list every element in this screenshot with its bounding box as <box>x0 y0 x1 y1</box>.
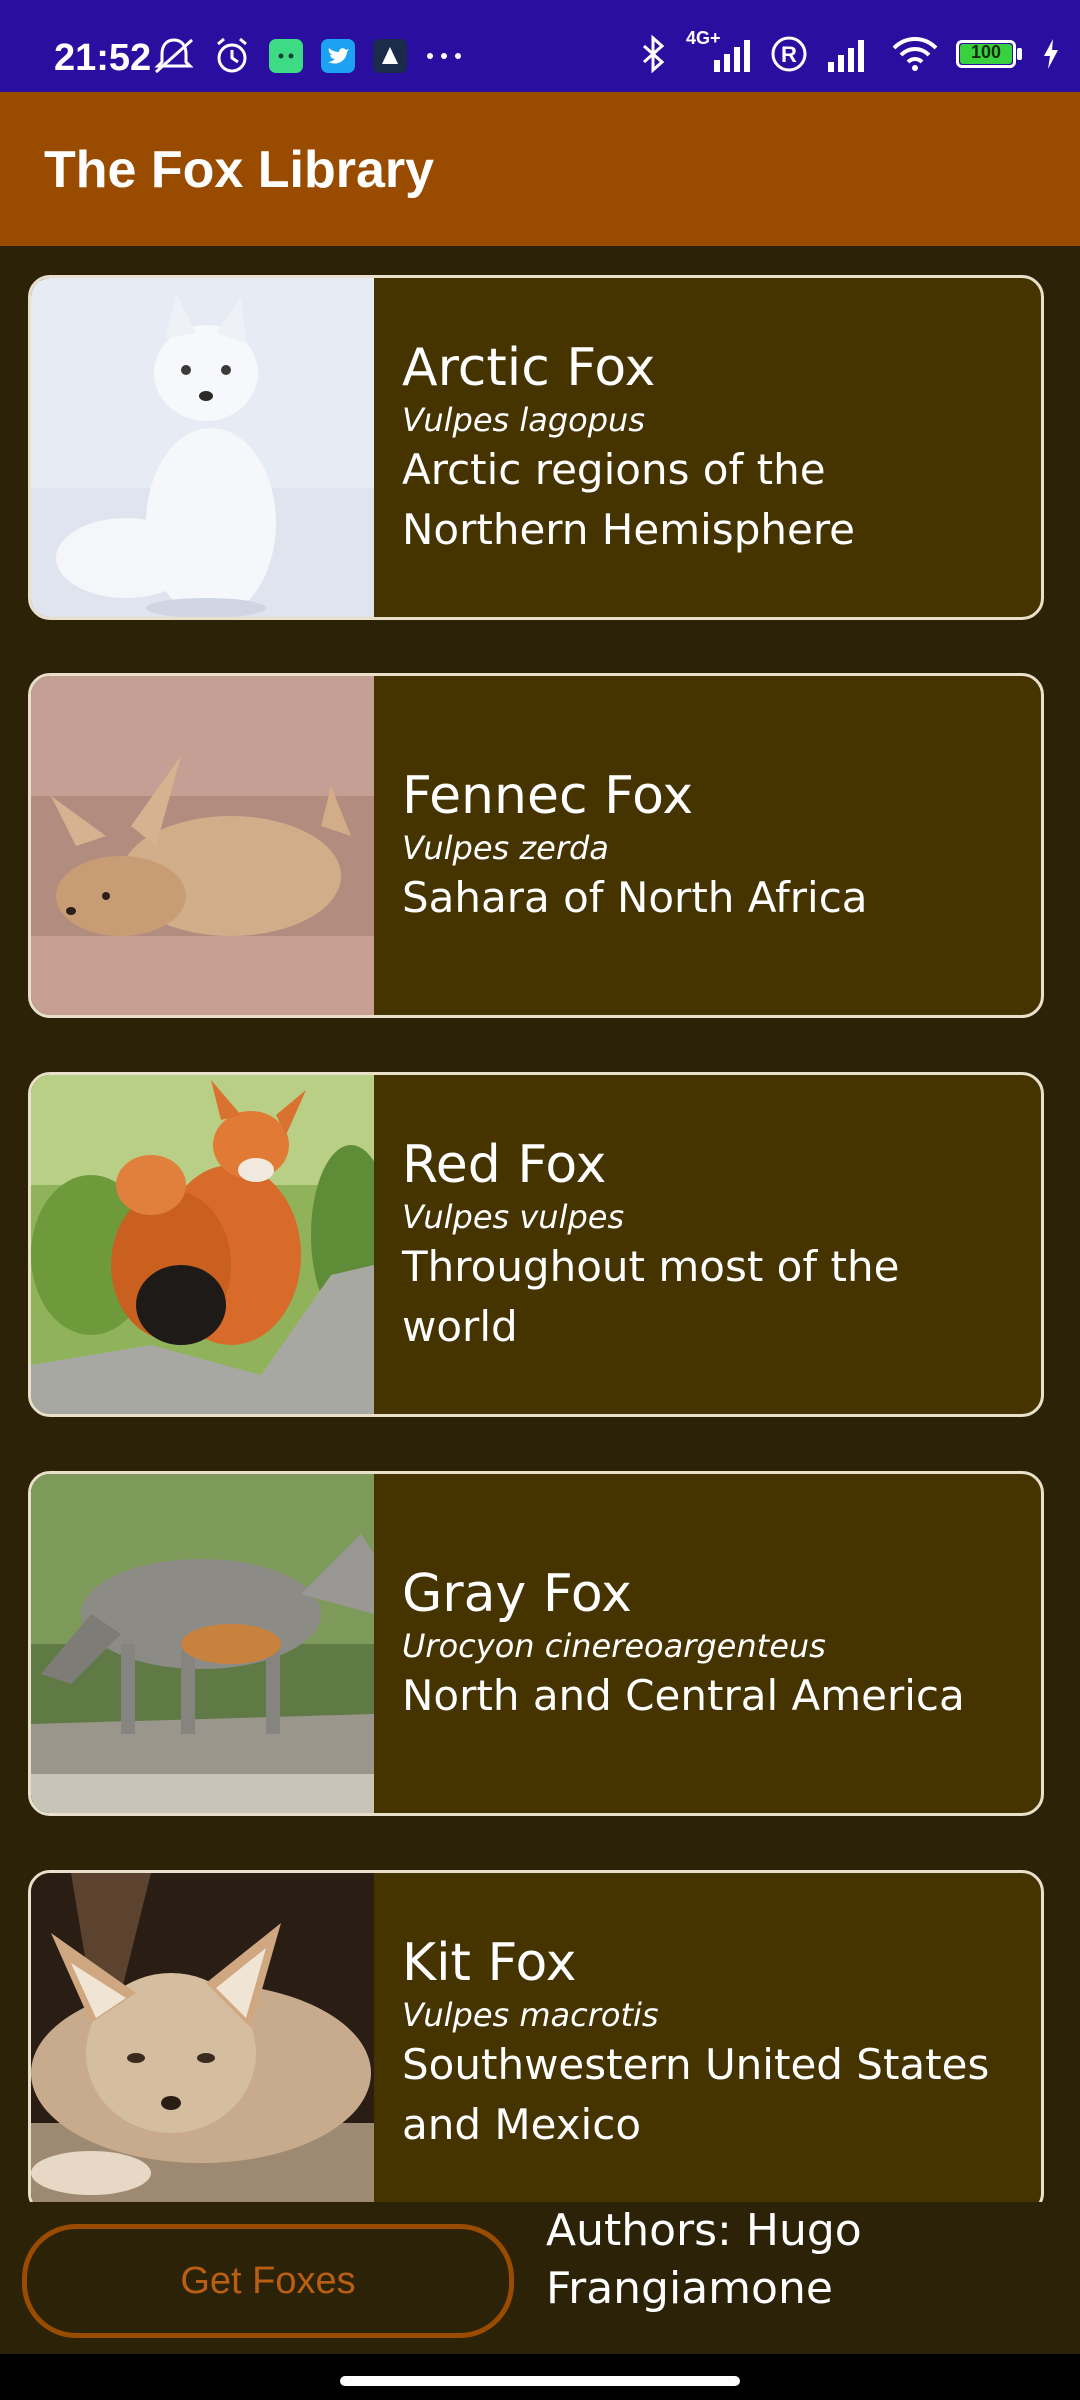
fox-scientific-name: Vulpes zerda <box>402 828 609 867</box>
fox-region: North and Central America <box>402 1670 965 1720</box>
app-icon <box>373 39 407 73</box>
fox-region: Arctic regions of the Northern Hemispher… <box>402 444 855 554</box>
cell-signal-group: 4G+ <box>684 28 754 74</box>
mute-alarm-icon <box>154 38 194 74</box>
cell-signal-icon <box>714 40 750 72</box>
more-dots-icon <box>427 53 461 59</box>
twitter-icon <box>321 39 355 73</box>
fox-region: Throughout most of the world <box>402 1241 900 1351</box>
gray-fox-photo <box>31 1474 374 1813</box>
home-indicator[interactable] <box>340 2376 740 2386</box>
fox-card-fennec[interactable]: Fennec Fox Vulpes zerda Sahara of North … <box>28 673 1044 1018</box>
fox-name: Red Fox <box>402 1134 607 1195</box>
fox-region: Sahara of North Africa <box>402 872 868 922</box>
fox-list[interactable]: Arctic Fox Vulpes lagopus Arctic regions… <box>0 246 1080 2202</box>
authors-text: Authors: Hugo Frangiamone <box>546 2205 862 2314</box>
fox-scientific-name: Vulpes macrotis <box>402 1995 659 2034</box>
fox-card-red[interactable]: Red Fox Vulpes vulpes Throughout most of… <box>28 1072 1044 1417</box>
fox-name: Gray Fox <box>402 1563 632 1624</box>
system-nav-bar <box>0 2354 1080 2400</box>
fox-name: Fennec Fox <box>402 765 694 826</box>
app-title: The Fox Library <box>44 141 435 199</box>
status-bar: 21:52 4G+ R 100 <box>0 0 1080 92</box>
svg-text:R: R <box>781 42 797 67</box>
status-time: 21:52 <box>54 37 152 79</box>
fox-card-text: Arctic Fox Vulpes lagopus Arctic regions… <box>402 278 1021 617</box>
app-bar: The Fox Library <box>0 92 1080 246</box>
fox-name: Kit Fox <box>402 1932 577 1993</box>
fox-card-text: Kit Fox Vulpes macrotis Southwestern Uni… <box>402 1873 1021 2202</box>
kit-fox-photo <box>31 1873 374 2202</box>
android-app-icon <box>269 39 303 73</box>
get-foxes-button[interactable]: Get Foxes <box>22 2224 514 2338</box>
fox-card-text: Fennec Fox Vulpes zerda Sahara of North … <box>402 676 1021 1015</box>
arctic-fox-photo <box>31 278 374 617</box>
wifi-icon <box>892 37 938 71</box>
status-right-icons: 4G+ R 100 <box>638 28 1060 74</box>
red-fox-photo <box>31 1075 374 1414</box>
fox-scientific-name: Vulpes lagopus <box>402 400 645 439</box>
roaming-r-icon: R <box>771 36 807 72</box>
fox-card-text: Gray Fox Urocyon cinereoargenteus North … <box>402 1474 1021 1813</box>
alarm-clock-icon <box>217 37 247 73</box>
fox-scientific-name: Vulpes vulpes <box>402 1197 625 1236</box>
fox-card-arctic[interactable]: Arctic Fox Vulpes lagopus Arctic regions… <box>28 275 1044 620</box>
fox-card-gray[interactable]: Gray Fox Urocyon cinereoargenteus North … <box>28 1471 1044 1816</box>
fox-region: Southwestern United States and Mexico <box>402 2039 990 2149</box>
bluetooth-icon <box>643 34 665 74</box>
charging-icon <box>1044 39 1058 69</box>
fennec-fox-photo <box>31 676 374 1015</box>
fox-name: Arctic Fox <box>402 337 656 398</box>
battery-icon: 100 <box>956 38 1026 70</box>
cell-signal-icon <box>828 40 864 72</box>
bottom-bar: Get Foxes Authors: Hugo Frangiamone <box>0 2202 1080 2354</box>
battery-level-text: 100 <box>970 42 1002 62</box>
fox-card-text: Red Fox Vulpes vulpes Throughout most of… <box>402 1075 1021 1414</box>
status-left-icons <box>152 36 464 76</box>
fox-card-kit[interactable]: Kit Fox Vulpes macrotis Southwestern Uni… <box>28 1870 1044 2202</box>
fox-scientific-name: Urocyon cinereoargenteus <box>402 1626 826 1665</box>
